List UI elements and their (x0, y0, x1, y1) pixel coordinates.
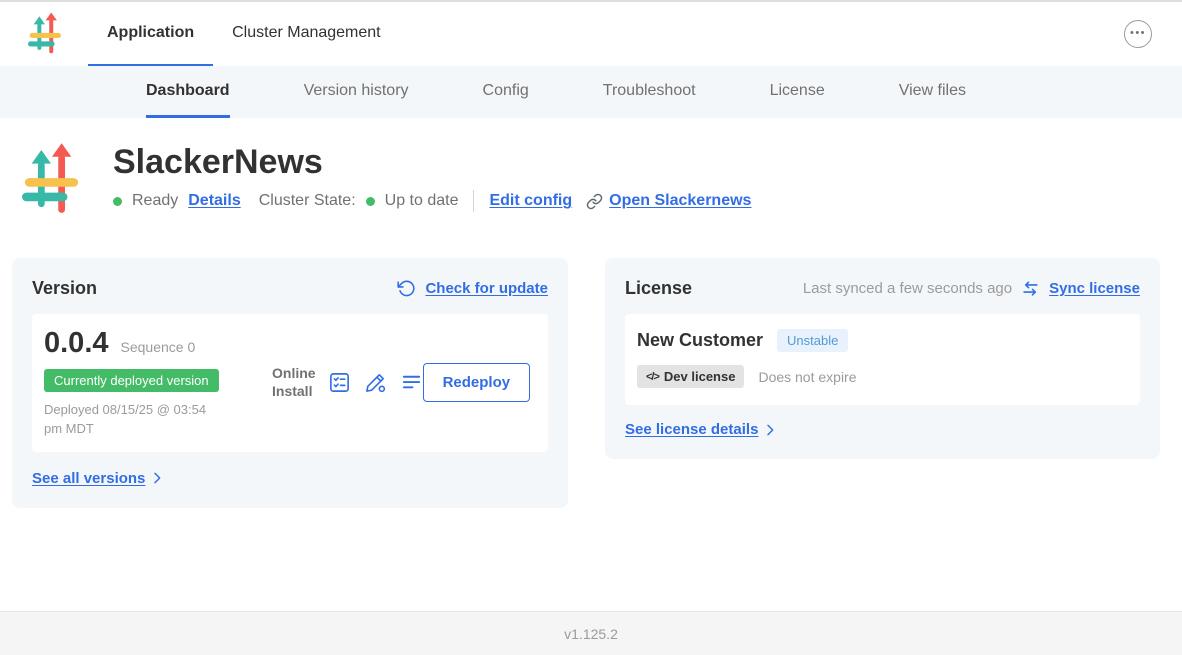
subnav-item-version-history[interactable]: Version history (304, 66, 409, 118)
current-version-panel: 0.0.4 Sequence 0 Currently deployed vers… (32, 314, 548, 452)
app-icon (22, 143, 80, 217)
cluster-state-label: Cluster State: (259, 192, 356, 210)
app-status-dot (113, 197, 122, 206)
install-type-label: Online Install (272, 365, 316, 400)
version-action-icons (328, 371, 423, 394)
sequence-label: Sequence 0 (121, 339, 196, 355)
cluster-state-dot (366, 197, 375, 206)
license-expiry-text: Does not expire (758, 369, 856, 385)
subnav-item-config[interactable]: Config (483, 66, 529, 118)
chevron-right-icon (149, 470, 165, 486)
vertical-divider (473, 190, 474, 212)
see-license-details-label[interactable]: See license details (625, 421, 758, 438)
status-details-link[interactable]: Details (188, 192, 240, 210)
redeploy-button[interactable]: Redeploy (423, 363, 531, 402)
slackernews-logo-icon (22, 143, 80, 217)
dashboard-main: SlackerNews Ready Details Cluster State:… (0, 118, 1182, 508)
version-card-header: Version Check for update (32, 278, 548, 299)
code-icon: </> (646, 371, 659, 383)
sync-icon[interactable] (1021, 279, 1040, 298)
license-card: License Last synced a few seconds ago Sy… (605, 258, 1160, 459)
currently-deployed-badge: Currently deployed version (44, 369, 219, 392)
subnav-item-dashboard[interactable]: Dashboard (146, 66, 230, 118)
console-version-text: v1.125.2 (564, 626, 618, 642)
tab-cluster-management[interactable]: Cluster Management (213, 2, 400, 66)
license-panel: New Customer Unstable </> Dev license Do… (625, 314, 1140, 405)
version-card-title: Version (32, 278, 97, 299)
check-update-refresh-icon[interactable] (397, 279, 416, 298)
edit-config-link[interactable]: Edit config (489, 192, 572, 210)
license-card-title: License (625, 278, 692, 299)
version-number: 0.0.4 (44, 327, 109, 360)
slackernews-logo-icon (28, 12, 62, 56)
subnav-item-view-files[interactable]: View files (899, 66, 966, 118)
app-status-text: Ready (132, 192, 178, 210)
license-type-badge: </> Dev license (637, 365, 744, 388)
view-logs-icon[interactable] (400, 371, 423, 394)
chevron-right-icon (762, 422, 778, 438)
see-all-versions-label[interactable]: See all versions (32, 470, 145, 487)
config-tool-icon[interactable] (364, 371, 387, 394)
last-synced-text: Last synced a few seconds ago (803, 280, 1012, 297)
page-title: SlackerNews (113, 143, 751, 182)
top-tabs: Application Cluster Management (88, 2, 400, 66)
version-card: Version Check for update 0.0.4 Sequ (12, 258, 568, 508)
check-for-update-link[interactable]: Check for update (425, 280, 548, 297)
top-navigation: Application Cluster Management ••• (0, 2, 1182, 66)
sync-license-link[interactable]: Sync license (1049, 280, 1140, 297)
app-status-row: Ready Details Cluster State: Up to date … (113, 190, 751, 212)
open-app-link-label[interactable]: Open Slackernews (609, 192, 751, 210)
license-card-header: License Last synced a few seconds ago Sy… (625, 278, 1140, 299)
customer-name: New Customer (637, 330, 763, 351)
subnav-item-license[interactable]: License (770, 66, 825, 118)
link-icon (586, 193, 603, 210)
subnav-item-troubleshoot[interactable]: Troubleshoot (603, 66, 696, 118)
release-notes-icon[interactable] (328, 371, 351, 394)
open-app-link[interactable]: Open Slackernews (586, 192, 751, 210)
customer-row: New Customer Unstable (637, 329, 1128, 352)
version-info: 0.0.4 Sequence 0 Currently deployed vers… (44, 327, 272, 439)
dashboard-cards: Version Check for update 0.0.4 Sequ (12, 258, 1160, 508)
app-header: SlackerNews Ready Details Cluster State:… (0, 118, 1182, 217)
ellipsis-icon: ••• (1130, 27, 1146, 39)
more-menu-button[interactable]: ••• (1124, 20, 1152, 48)
deployed-timestamp: Deployed 08/15/25 @ 03:54 pm MDT (44, 401, 216, 439)
cluster-state-text: Up to date (385, 192, 459, 210)
app-subnav: Dashboard Version history Config Trouble… (0, 66, 1182, 118)
tab-application[interactable]: Application (88, 2, 213, 66)
page-footer: v1.125.2 (0, 611, 1182, 655)
license-type-label: Dev license (664, 369, 736, 384)
channel-badge: Unstable (777, 329, 848, 352)
app-logo[interactable] (28, 2, 62, 66)
see-all-versions-link[interactable]: See all versions (32, 470, 165, 487)
see-license-details-link[interactable]: See license details (625, 421, 778, 438)
license-type-row: </> Dev license Does not expire (637, 365, 1128, 388)
